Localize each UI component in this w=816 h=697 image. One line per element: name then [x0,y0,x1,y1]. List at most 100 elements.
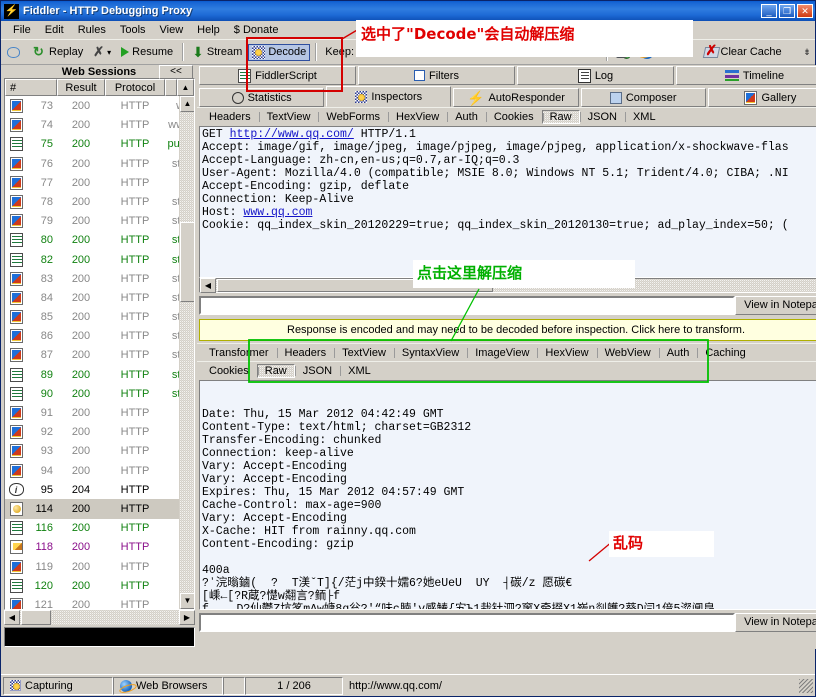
request-find-input[interactable] [199,296,735,315]
menu-help[interactable]: Help [190,23,227,37]
response-view-in-notepad-button[interactable]: View in Notepad [735,613,816,632]
stream-button[interactable]: ⬇ Stream [188,44,246,60]
menu-donate[interactable]: $ Donate [227,23,286,37]
replay-button[interactable]: ↻ Replay [29,44,87,60]
remove-button[interactable]: ✗ ▾ [89,44,115,60]
response-tab-transformer[interactable]: Transformer [201,346,277,360]
request-tab-json[interactable]: JSON [580,110,625,124]
table-row[interactable]: 76200HTTPstati [5,154,194,173]
any-process-button[interactable] [612,44,634,60]
table-row[interactable]: 78200HTTPstati [5,192,194,211]
table-row[interactable]: 116 200 HTTP [5,519,194,538]
table-row[interactable]: 119 200 HTTP [5,557,194,576]
table-row[interactable]: 118 200 HTTP [5,538,194,557]
response-inspector-tabs-row1[interactable]: Transformer Headers TextView SyntaxView Imag… [197,343,816,361]
table-row[interactable]: 91 200 HTTP [5,403,194,422]
table-row[interactable]: 89200HTTPstati [5,365,194,384]
table-row[interactable]: 74200HTTPwww [5,116,194,135]
sessions-grid-body[interactable]: 73200HTTPww74200HTTPwww75200HTTPpuba7620… [5,96,194,608]
table-row[interactable]: 93200HTTPs [5,442,194,461]
table-row[interactable]: 80200HTTPstati [5,231,194,250]
keep-sessions-button[interactable]: Keep: A [321,44,368,60]
table-row[interactable]: 82200HTTPstati [5,250,194,269]
quickexec-box[interactable] [4,627,195,647]
request-tab-hexview[interactable]: HexView [388,110,447,124]
response-find-input[interactable] [199,613,735,632]
process-filter-status[interactable]: Web Browsers [113,677,223,695]
table-row[interactable]: 90200HTTPstati [5,384,194,403]
sessions-vertical-scrollbar[interactable]: ▲ ▼ [179,96,194,608]
request-scroll-left-button[interactable]: ◀ [200,278,216,293]
request-hscroll-thumb[interactable] [217,279,493,292]
menu-file[interactable]: File [6,23,38,37]
browse-button[interactable]: Browse [636,43,698,61]
table-row[interactable]: 85200HTTPstati [5,307,194,326]
table-row[interactable]: 87200HTTPstati [5,346,194,365]
column-header-host[interactable] [165,79,177,96]
response-tab-syntaxview[interactable]: SyntaxView [394,346,467,360]
tab-inspectors[interactable]: Inspectors [326,86,451,107]
request-tab-raw[interactable]: Raw [542,110,580,124]
response-tab-webview[interactable]: WebView [597,346,659,360]
sessions-scroll-thumb[interactable] [180,222,194,302]
menu-edit[interactable]: Edit [38,23,71,37]
response-raw-text[interactable]: Date: Thu, 15 Mar 2012 04:42:49 GMT Conte… [199,380,816,610]
request-raw-text[interactable]: GET http://www.qq.com/ HTTP/1.1 Accept: i… [199,126,816,278]
request-horizontal-scrollbar[interactable]: ◀ ▶ [199,278,816,293]
request-tab-xml[interactable]: XML [625,110,664,124]
collapse-sessions-button[interactable]: << [159,65,193,79]
response-tab-headers[interactable]: Headers [277,346,335,360]
response-tab-raw[interactable]: Raw [257,364,295,378]
scroll-up-button[interactable]: ▲ [180,96,194,112]
response-tab-hexview[interactable]: HexView [537,346,596,360]
response-tab-json[interactable]: JSON [295,364,340,378]
response-tab-imageview[interactable]: ImageView [467,346,537,360]
column-header-protocol[interactable]: Protocol [105,79,165,96]
column-header-index[interactable]: # [5,79,57,96]
request-tab-headers[interactable]: Headers [201,110,259,124]
scroll-down-button[interactable]: ▼ [180,593,194,609]
tab-gallery[interactable]: Gallery [708,88,816,107]
table-row[interactable]: 73200HTTPww [5,96,194,115]
response-tab-auth[interactable]: Auth [659,346,698,360]
table-row[interactable]: 94200HTTPs [5,461,194,480]
table-row[interactable]: 83200HTTPstati [5,269,194,288]
request-tab-textview[interactable]: TextView [259,110,319,124]
tab-statistics[interactable]: Statistics [199,88,324,107]
column-header-result[interactable]: Result [57,79,105,96]
request-tab-cookies[interactable]: Cookies [486,110,542,124]
encoded-response-notice[interactable]: Response is encoded and may need to be d… [199,319,816,341]
table-row[interactable]: 114 200 HTTP [5,499,194,518]
tab-timeline[interactable]: Timeline [676,66,816,85]
request-url-link[interactable]: www.qq.com [243,206,312,219]
request-inspector-tabs[interactable]: Headers TextView WebForms HexView Auth Cookie… [197,107,816,125]
sessions-hscroll-thumb[interactable] [21,610,51,625]
tab-filters[interactable]: Filters [358,66,515,85]
clear-cache-button[interactable]: Clear Cache [700,43,786,61]
response-tab-caching[interactable]: Caching [697,346,753,360]
minimize-button[interactable]: _ [761,4,777,18]
resize-grip[interactable] [799,679,813,693]
scroll-right-button[interactable]: ▶ [179,610,195,625]
request-tab-auth[interactable]: Auth [447,110,486,124]
close-button[interactable]: ✕ [797,4,813,18]
table-row[interactable]: 79200HTTPstati [5,212,194,231]
menu-view[interactable]: View [153,23,191,37]
resume-button[interactable]: Resume [117,44,177,60]
request-view-in-notepad-button[interactable]: View in Notepad [735,296,816,315]
menu-rules[interactable]: Rules [71,23,113,37]
table-row[interactable]: 84200HTTPstati [5,288,194,307]
table-row[interactable]: 75200HTTPpuba [5,135,194,154]
table-row[interactable]: 77200HTTPs [5,173,194,192]
tab-fiddlerscript[interactable]: FiddlerScript [199,66,356,85]
table-row[interactable]: 121 200 HTTP [5,595,194,608]
request-url-link[interactable]: http://www.qq.com/ [230,128,354,141]
toolbar-overflow-button[interactable]: ⇟ [801,47,813,58]
response-tab-textview[interactable]: TextView [334,346,394,360]
response-inspector-tabs-row2[interactable]: Cookies Raw JSON XML [197,361,816,379]
menu-tools[interactable]: Tools [113,23,153,37]
scroll-left-button[interactable]: ◀ [4,610,20,625]
response-tab-xml[interactable]: XML [340,364,379,378]
column-header-sort-indicator[interactable]: ▲ [177,79,194,96]
tab-autoresponder[interactable]: ⚡ AutoResponder [453,88,578,107]
